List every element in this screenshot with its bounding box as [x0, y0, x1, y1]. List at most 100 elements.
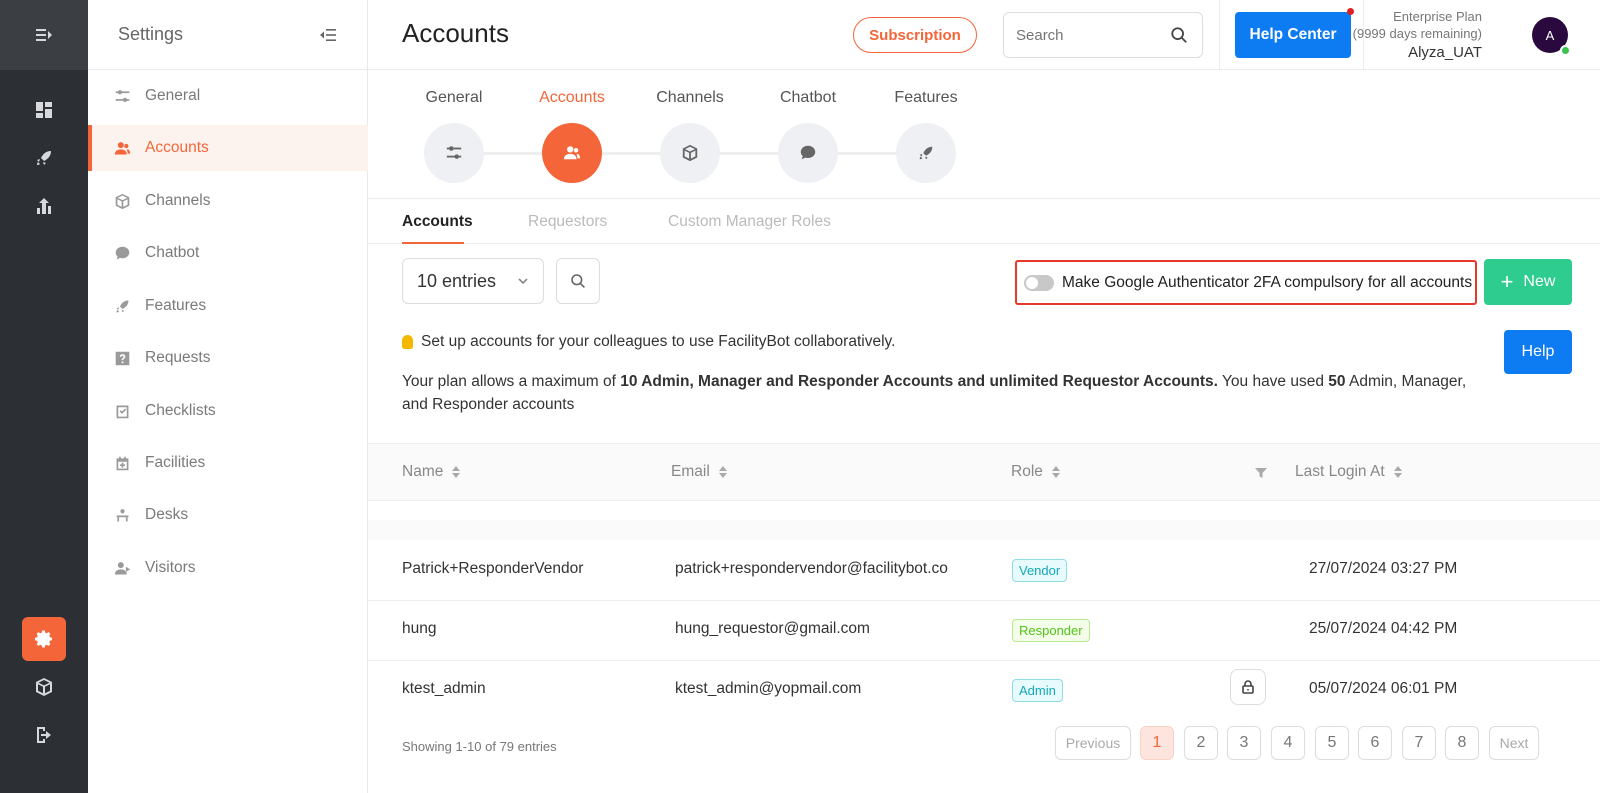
logout-button[interactable] [22, 713, 66, 757]
column-last-login[interactable]: Last Login At [1295, 463, 1402, 481]
help-button[interactable]: Help [1504, 330, 1572, 374]
sidebar-item-requests[interactable]: Requests [88, 335, 368, 381]
lock-button[interactable] [1230, 669, 1266, 705]
visitor-icon [114, 561, 131, 574]
tab-accounts[interactable]: Accounts [402, 213, 473, 231]
entries-select[interactable]: 10 entries [402, 258, 544, 304]
features-rail-button[interactable] [22, 136, 66, 180]
search-input[interactable] [1016, 26, 1166, 44]
online-status-dot [1560, 45, 1571, 56]
column-label: Email [671, 463, 710, 480]
table-spacer [368, 520, 1600, 540]
sidebar-item-label: Checklists [145, 402, 216, 419]
sidebar-item-accounts[interactable]: Accounts [88, 125, 368, 171]
sort-icon [1393, 466, 1402, 478]
new-label: New [1523, 273, 1556, 290]
analytics-button[interactable] [22, 184, 66, 228]
sort-icon [718, 466, 727, 478]
cell-name: ktest_admin [402, 680, 486, 697]
twofa-toggle[interactable] [1024, 274, 1054, 291]
next-page-button[interactable]: Next [1489, 726, 1539, 760]
plan-prefix: Your plan allows a maximum of [402, 373, 621, 390]
column-name[interactable]: Name [402, 463, 461, 481]
role-badge: Admin [1012, 679, 1063, 702]
filter-icon[interactable] [1255, 466, 1267, 478]
cube-icon [682, 144, 698, 162]
menu-expand-icon [36, 29, 52, 41]
subscription-button[interactable]: Subscription [853, 17, 977, 53]
analytics-icon [37, 198, 51, 214]
sidebar-item-facilities[interactable]: Facilities [88, 440, 368, 486]
sidebar-title: Settings [118, 24, 184, 44]
step-label: Chatbot [779, 89, 837, 106]
entries-value: 10 entries [417, 270, 497, 291]
checklist-icon [116, 405, 129, 418]
page-4-button[interactable]: 4 [1271, 726, 1305, 760]
collapse-sidebar-icon[interactable] [319, 27, 337, 43]
new-account-button[interactable]: + New [1484, 259, 1572, 305]
cell-email: patrick+respondervendor@facilitybot.co [675, 560, 948, 577]
menu-toggle-button[interactable] [0, 0, 88, 70]
sidebar-item-label: Visitors [145, 559, 196, 576]
tip-text: Set up accounts for your colleagues to u… [421, 333, 896, 350]
step-label: Accounts [539, 89, 605, 106]
step-accounts[interactable]: Accounts [517, 70, 627, 183]
sort-icon [452, 466, 461, 478]
main-content: General Accounts Channels Chatbot Featur… [368, 70, 1600, 793]
tab-requestors[interactable]: Requestors [528, 213, 607, 231]
cube-icon [36, 678, 52, 696]
logout-icon [37, 727, 51, 743]
step-features[interactable]: Features [871, 70, 981, 183]
sidebar-item-visitors[interactable]: Visitors [88, 545, 368, 591]
sort-icon [1051, 466, 1060, 478]
chat-icon [800, 145, 816, 160]
table-row[interactable]: hung hung_requestor@gmail.com Responder … [368, 601, 1600, 661]
step-circle [542, 123, 602, 183]
page-2-button[interactable]: 2 [1184, 726, 1218, 760]
help-center-button[interactable]: Help Center [1235, 12, 1351, 58]
sidebar-item-label: Requests [145, 349, 211, 366]
plus-icon: + [1500, 269, 1514, 294]
desk-icon [116, 508, 129, 521]
sidebar-item-channels[interactable]: Channels [88, 178, 368, 224]
cell-email: ktest_admin@yopmail.com [675, 680, 862, 697]
settings-button[interactable] [22, 617, 66, 661]
sidebar-item-general[interactable]: General [88, 73, 368, 119]
dashboard-button[interactable] [22, 88, 66, 132]
step-general[interactable]: General [399, 70, 509, 183]
table-row[interactable]: Patrick+ResponderVendor patrick+responde… [368, 541, 1600, 601]
sidebar-item-label: Channels [145, 192, 211, 209]
sidebar-item-desks[interactable]: Desks [88, 492, 368, 538]
sliders-icon [115, 89, 130, 102]
cell-last-login: 05/07/2024 06:01 PM [1309, 680, 1458, 697]
column-email[interactable]: Email [671, 463, 727, 481]
sidebar-item-chatbot[interactable]: Chatbot [88, 230, 368, 276]
search-icon[interactable] [1170, 26, 1188, 44]
role-badge: Vendor [1012, 559, 1068, 582]
lightbulb-icon [402, 335, 413, 349]
page-5-button[interactable]: 5 [1315, 726, 1349, 760]
step-chatbot[interactable]: Chatbot [753, 70, 863, 183]
page-7-button[interactable]: 7 [1402, 726, 1436, 760]
step-circle [896, 123, 956, 183]
column-role[interactable]: Role [1011, 463, 1060, 481]
divider [1219, 0, 1220, 70]
page-3-button[interactable]: 3 [1227, 726, 1261, 760]
app-rail [0, 0, 88, 793]
box-button[interactable] [22, 665, 66, 709]
page-1-button[interactable]: 1 [1140, 726, 1174, 760]
rocket-icon [116, 300, 129, 312]
top-bar: Accounts Subscription Help Center Enterp… [368, 0, 1600, 70]
step-circle [778, 123, 838, 183]
table-row[interactable]: ktest_admin ktest_admin@yopmail.com Admi… [368, 661, 1600, 721]
previous-page-button[interactable]: Previous [1055, 726, 1131, 760]
step-channels[interactable]: Channels [635, 70, 745, 183]
page-6-button[interactable]: 6 [1358, 726, 1392, 760]
search-icon [571, 274, 585, 288]
page-8-button[interactable]: 8 [1445, 726, 1479, 760]
tab-custom-manager-roles[interactable]: Custom Manager Roles [668, 213, 831, 231]
sidebar-item-features[interactable]: Features [88, 283, 368, 329]
user-name[interactable]: Alyza_UAT [1353, 44, 1482, 61]
sidebar-item-checklists[interactable]: Checklists [88, 388, 368, 434]
table-search-button[interactable] [556, 258, 600, 304]
